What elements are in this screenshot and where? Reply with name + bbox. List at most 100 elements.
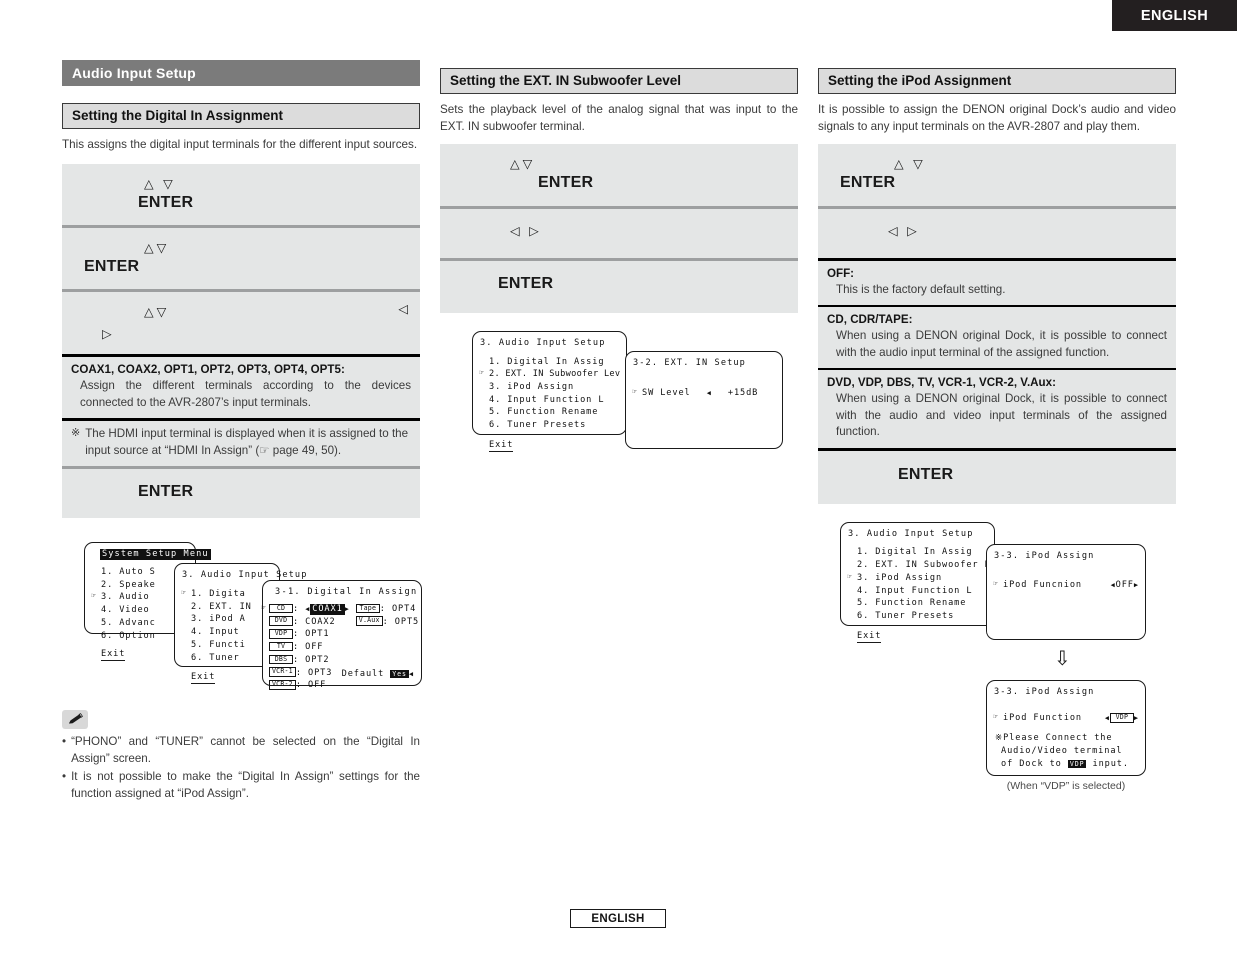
osd-menu-item[interactable]: 3. iPod A bbox=[182, 613, 272, 626]
osd-sw-level-value[interactable]: +15dB bbox=[728, 388, 758, 398]
osd-menu-item[interactable]: 6. Tuner Presets bbox=[848, 610, 987, 623]
osd-title: 3-3. iPod Assign bbox=[994, 550, 1095, 561]
osd-note-line: of Dock to bbox=[1001, 758, 1062, 769]
osd-menu-item-selected[interactable]: 2. EXT. IN Subwoofer Lev bbox=[479, 367, 620, 381]
osd-title: 3. Audio Input Setup bbox=[480, 337, 606, 348]
section-header-audio-input-setup: Audio Input Setup bbox=[62, 60, 420, 87]
osd-right-marker: ▶ bbox=[344, 605, 350, 614]
osd-menu-item[interactable]: 1. Digital In Assig bbox=[848, 546, 987, 559]
osd-menu-item[interactable]: 1. Digital In Assig bbox=[480, 356, 619, 369]
osd-menu-item[interactable]: 6. Tuner Presets bbox=[480, 419, 619, 432]
osd-source-value[interactable]: OFF bbox=[308, 680, 326, 690]
osd-cluster-digital-in: System Setup Menu 1. Auto S 2. Speake 3.… bbox=[62, 538, 422, 698]
subsection-header-label: Setting the iPod Assignment bbox=[828, 73, 1012, 88]
enter-key-label: ENTER bbox=[84, 258, 140, 276]
arrow-up-down-icon: △ ▽ bbox=[894, 157, 926, 172]
memo-bullet: • It is not possible to make the “Digita… bbox=[62, 769, 420, 803]
osd-menu-item[interactable]: 2. EXT. IN Subwoofer Lev bbox=[848, 559, 1002, 572]
osd-menu-item[interactable]: 5. Functi bbox=[182, 639, 272, 652]
procedure-step-3: △▽ ◁ ▷ bbox=[62, 292, 420, 354]
procedure-step-3: ENTER bbox=[440, 261, 798, 313]
osd-caption-vdp-selected: (When “VDP” is selected) bbox=[1006, 779, 1126, 792]
definition-term: OFF: bbox=[827, 266, 855, 280]
definition-description: Assign the different terminals according… bbox=[80, 379, 411, 409]
osd-exit-item[interactable]: Exit bbox=[101, 649, 126, 662]
osd-menu-item[interactable]: 4. Input Function L bbox=[480, 394, 619, 407]
definition-off: OFF: This is the factory default setting… bbox=[818, 261, 1176, 306]
osd-ipod-assign-vdp: 3-3. iPod Assign iPod Function ◀ VDP ▶ ※Pl… bbox=[986, 679, 1146, 776]
osd-source-label[interactable]: V.Aux bbox=[355, 616, 383, 627]
osd-source-value[interactable]: OFF bbox=[305, 642, 323, 652]
osd-source-value[interactable]: OPT5 bbox=[395, 617, 419, 627]
osd-ext-in-setup: 3-2. EXT. IN Setup SW Level ◀ +15dB bbox=[625, 350, 783, 449]
osd-source-label[interactable]: Tape bbox=[355, 603, 380, 614]
osd-source-value-selected[interactable]: COAX1 bbox=[310, 604, 345, 615]
osd-ipod-assign-off: 3-3. iPod Assign iPod Funcnion ◀OFF▶ bbox=[986, 543, 1146, 640]
osd-cluster-ext-in: 3. Audio Input Setup 1. Digital In Assig… bbox=[440, 330, 798, 471]
definition-term: COAX1, COAX2, OPT1, OPT2, OPT3, OPT4, OP… bbox=[71, 363, 345, 377]
pencil-icon bbox=[62, 710, 88, 730]
osd-source-label[interactable]: VCR-2 bbox=[269, 680, 296, 690]
osd-left-marker: ◀ bbox=[408, 669, 414, 678]
arrow-up-down-icon: △▽ bbox=[144, 305, 170, 320]
osd-menu-item[interactable]: 3. iPod Assign bbox=[480, 381, 619, 394]
footer-language-tab: ENGLISH bbox=[570, 909, 666, 928]
osd-menu-item[interactable]: 6. Tuner bbox=[182, 652, 272, 665]
osd-source-label[interactable]: VCR-1 bbox=[269, 667, 296, 677]
subsection-header-ipod-assignment: Setting the iPod Assignment bbox=[818, 68, 1176, 95]
language-tab-label: ENGLISH bbox=[1140, 7, 1209, 24]
flow-arrow-down-icon: ⇩ bbox=[1054, 645, 1071, 670]
osd-ipod-function-label[interactable]: iPod Funcnion bbox=[1003, 580, 1082, 590]
osd-menu-item-selected[interactable]: 1. Digita bbox=[181, 587, 272, 601]
osd-source-value[interactable]: COAX2 bbox=[305, 617, 335, 627]
osd-ipod-function-value[interactable]: OFF bbox=[1116, 580, 1134, 590]
procedure-panel-ipod: △ ▽ ENTER ◁ ▷ OFF: This is the factory d… bbox=[818, 144, 1176, 504]
osd-menu-item[interactable]: 2. EXT. IN bbox=[182, 601, 272, 614]
osd-exit-item[interactable]: Exit bbox=[489, 439, 514, 452]
osd-note-line: Audio/Video terminal bbox=[1001, 745, 1123, 756]
osd-note-mark-icon: ※ bbox=[995, 733, 1004, 744]
definition-term: DVD, VDP, DBS, TV, VCR-1, VCR-2, V.Aux: bbox=[827, 376, 1056, 390]
osd-right-marker: ▶ bbox=[1133, 581, 1139, 590]
definition-dvd-vdp-dbs: DVD, VDP, DBS, TV, VCR-1, VCR-2, V.Aux: … bbox=[818, 370, 1176, 447]
memo-block-digital-in: • “PHONO” and “TUNER” cannot be selected… bbox=[62, 710, 420, 802]
osd-source-value[interactable]: OPT1 bbox=[305, 629, 329, 639]
osd-audio-input-setup: 3. Audio Input Setup 1. Digital In Assig… bbox=[472, 330, 627, 452]
arrow-left-icon: ◁ bbox=[398, 302, 408, 317]
osd-menu-item[interactable]: 5. Function Rename bbox=[480, 406, 619, 419]
procedure-step-4: ENTER bbox=[62, 469, 420, 518]
procedure-panel-ext-in: △▽ ENTER ◁ ▷ ENTER bbox=[440, 144, 798, 313]
enter-key-label: ENTER bbox=[138, 483, 194, 501]
column-middle: Setting the EXT. IN Subwoofer Level Sets… bbox=[440, 60, 798, 471]
arrow-up-down-icon: △▽ bbox=[144, 241, 170, 256]
osd-source-label[interactable]: TV bbox=[269, 641, 293, 652]
procedure-panel-digital-in: △ ▽ ENTER △▽ ENTER △▽ ◁ ▷ COAX1, COAX2, … bbox=[62, 163, 420, 519]
subsection-header-ext-in-subwoofer: Setting the EXT. IN Subwoofer Level bbox=[440, 68, 798, 95]
osd-exit-item[interactable]: Exit bbox=[191, 672, 216, 685]
osd-left-marker: ◀ bbox=[706, 388, 712, 397]
osd-source-label[interactable]: CD bbox=[269, 603, 293, 614]
osd-title: 3-2. EXT. IN Setup bbox=[633, 357, 746, 368]
osd-default-value[interactable]: Yes bbox=[390, 669, 409, 678]
osd-source-label[interactable]: VDP bbox=[269, 629, 293, 639]
osd-exit-item[interactable]: Exit bbox=[857, 630, 882, 643]
definition-cd-cdr-tape: CD, CDR/TAPE: When using a DENON origina… bbox=[818, 307, 1176, 368]
osd-menu-item[interactable]: 4. Input bbox=[182, 626, 272, 639]
osd-title: 3-1. Digital In Assign bbox=[275, 587, 418, 598]
definition-description: This is the factory default setting. bbox=[836, 282, 1006, 296]
osd-source-value[interactable]: OPT3 bbox=[308, 668, 332, 678]
osd-title: 3. Audio Input Setup bbox=[182, 570, 308, 581]
osd-source-value[interactable]: OPT2 bbox=[305, 655, 329, 665]
osd-menu-item-selected[interactable]: 3. iPod Assign bbox=[847, 571, 987, 585]
osd-ipod-function-value[interactable]: VDP bbox=[1109, 713, 1134, 723]
osd-sw-level-label[interactable]: SW Level bbox=[642, 388, 691, 398]
definition-coax-opt: COAX1, COAX2, OPT1, OPT2, OPT3, OPT4, OP… bbox=[62, 357, 420, 418]
osd-source-value[interactable]: OPT4 bbox=[392, 604, 416, 614]
osd-ipod-function-label[interactable]: iPod Function bbox=[1003, 713, 1082, 723]
note-hdmi-input: ※ The HDMI input terminal is displayed w… bbox=[62, 421, 420, 466]
osd-menu-item[interactable]: 4. Input Function L bbox=[848, 585, 987, 598]
enter-key-label: ENTER bbox=[538, 174, 594, 192]
osd-source-label[interactable]: DVD bbox=[269, 616, 293, 627]
osd-menu-item[interactable]: 5. Function Rename bbox=[848, 597, 987, 610]
osd-source-label[interactable]: DBS bbox=[269, 654, 293, 665]
